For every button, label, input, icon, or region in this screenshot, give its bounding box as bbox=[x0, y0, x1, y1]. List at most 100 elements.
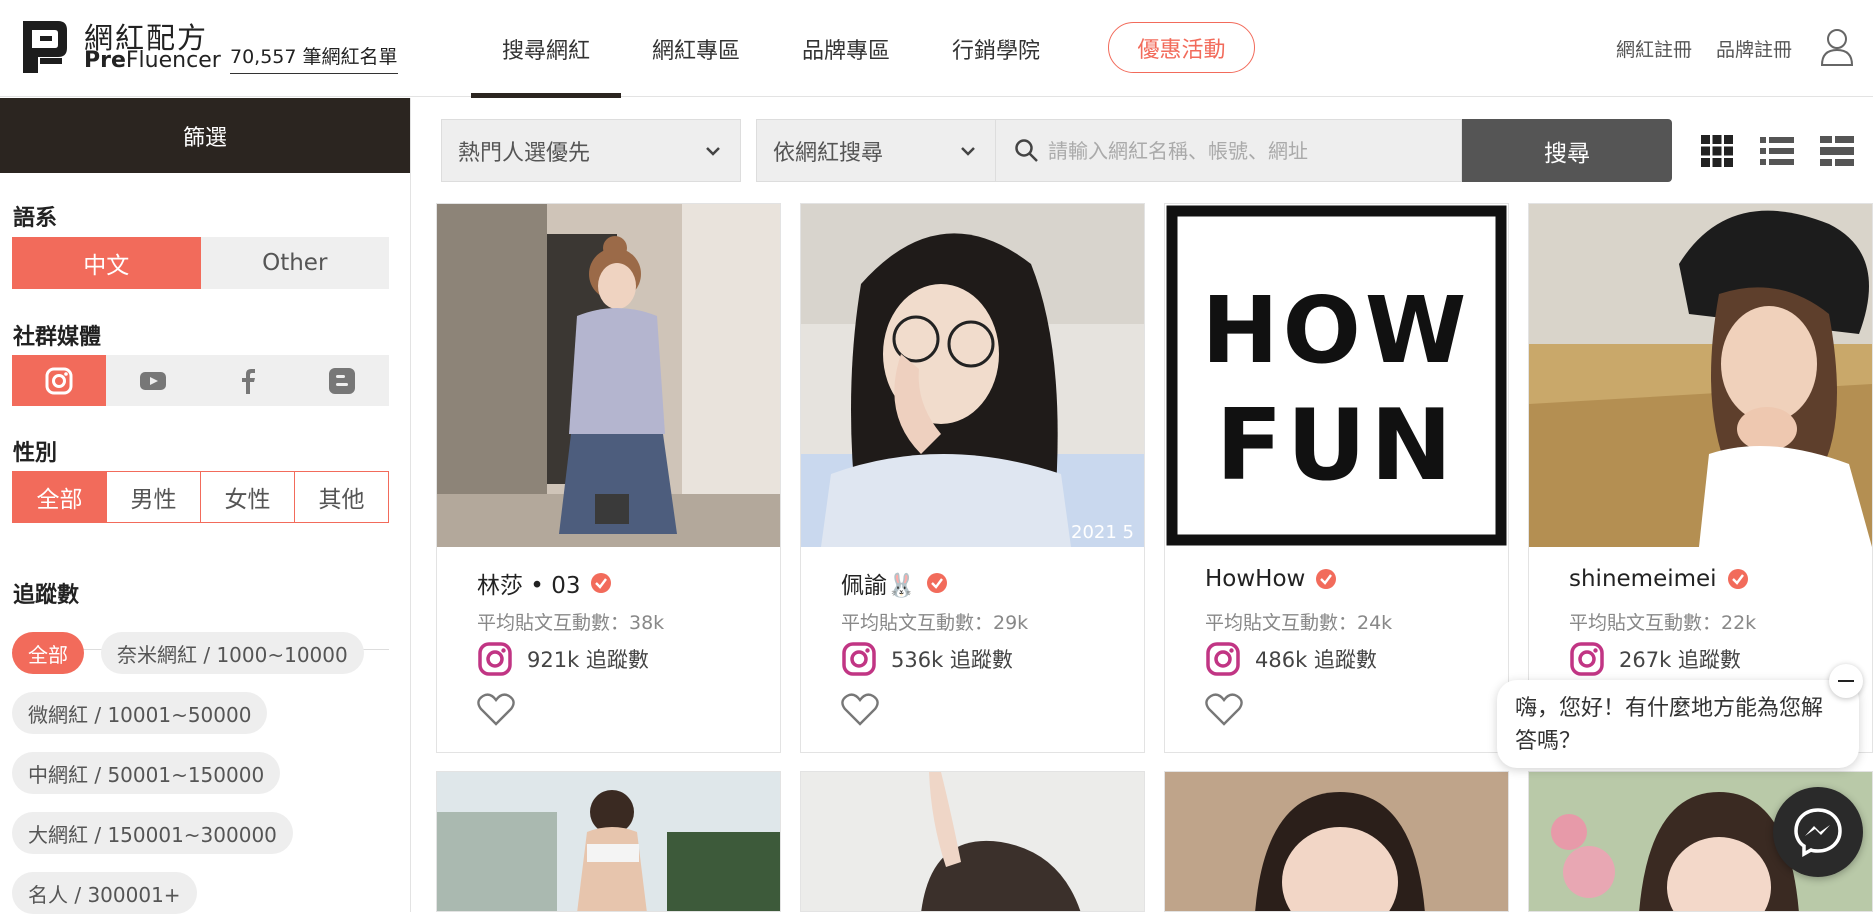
influencer-card[interactable] bbox=[1164, 771, 1509, 912]
influencer-photo[interactable]: HOW FUN bbox=[1165, 204, 1508, 547]
language-option-other[interactable]: Other bbox=[200, 237, 389, 289]
influencer-name[interactable]: HowHow bbox=[1205, 566, 1337, 592]
gender-option-other[interactable]: 其他 bbox=[294, 472, 388, 522]
filter-title: 篩選 bbox=[0, 98, 410, 173]
influencer-card[interactable] bbox=[800, 771, 1145, 912]
influencer-photo[interactable] bbox=[437, 204, 780, 547]
followers-count: 267k 追蹤數 bbox=[1619, 648, 1741, 672]
influencer-register-link[interactable]: 網紅註冊 bbox=[1616, 35, 1692, 62]
verified-badge-icon bbox=[926, 573, 947, 593]
nav-search-influencer[interactable]: 搜尋網紅 bbox=[471, 0, 622, 98]
influencer-card[interactable]: shinemeimei 平均貼文互動數：22k 267k 追蹤數 bbox=[1528, 203, 1873, 753]
facebook-icon bbox=[241, 368, 255, 394]
influencer-photo[interactable] bbox=[1165, 772, 1509, 912]
instagram-followers: 921k 追蹤數 bbox=[477, 641, 649, 677]
followers-option-celebrity[interactable]: 名人 / 300001+ bbox=[12, 872, 197, 914]
influencer-card[interactable] bbox=[436, 771, 781, 912]
logo-text-en[interactable]: PreFluencer bbox=[84, 48, 221, 73]
main-nav: 搜尋網紅 網紅專區 品牌專區 行銷學院 bbox=[471, 0, 1071, 98]
blogger-icon bbox=[328, 367, 355, 394]
social-option-youtube[interactable] bbox=[106, 355, 201, 406]
influencer-name[interactable]: 林莎 • 03 bbox=[477, 566, 612, 600]
search-input[interactable] bbox=[1048, 138, 1428, 163]
instagram-followers: 536k 追蹤數 bbox=[841, 641, 1013, 677]
instagram-followers: 486k 追蹤數 bbox=[1205, 641, 1377, 677]
verified-badge-icon bbox=[1727, 569, 1748, 589]
followers-count: 536k 追蹤數 bbox=[891, 648, 1013, 672]
search-box bbox=[995, 119, 1462, 182]
instagram-icon bbox=[1206, 642, 1240, 676]
chat-minimize-button[interactable] bbox=[1829, 664, 1863, 698]
nav-influencer-zone[interactable]: 網紅專區 bbox=[621, 0, 771, 97]
chevron-down-icon bbox=[961, 147, 975, 156]
instagram-icon bbox=[842, 642, 876, 676]
avg-engagement: 平均貼文互動數：22k bbox=[1569, 612, 1757, 634]
followers-option-all[interactable]: 全部 bbox=[12, 632, 84, 674]
favorite-heart-icon[interactable] bbox=[477, 693, 515, 727]
social-media-label: 社群媒體 bbox=[13, 325, 102, 350]
influencer-photo[interactable] bbox=[1529, 204, 1872, 547]
verified-badge-icon bbox=[1316, 569, 1337, 589]
search-by-dropdown[interactable]: 依網紅搜尋 bbox=[756, 119, 996, 182]
prefluencer-logo-icon[interactable] bbox=[20, 18, 70, 76]
influencer-photo[interactable] bbox=[437, 772, 781, 912]
brand-register-link[interactable]: 品牌註冊 bbox=[1716, 35, 1792, 62]
followers-option-macro[interactable]: 大網紅 / 150001~300000 bbox=[12, 812, 293, 854]
verified-badge-icon bbox=[591, 573, 612, 593]
followers-count: 921k 追蹤數 bbox=[527, 648, 649, 672]
grid-view-icon[interactable] bbox=[1700, 134, 1734, 168]
nav-brand-zone[interactable]: 品牌專區 bbox=[771, 0, 921, 97]
logo-text-en-rest: Fluencer bbox=[125, 48, 221, 73]
influencer-card[interactable]: HOW FUN HowHow 平均貼文互動數：24k 486k 追蹤數 bbox=[1164, 203, 1509, 753]
followers-option-nano[interactable]: 奈米網紅 / 1000~10000 bbox=[101, 632, 364, 674]
influencer-photo[interactable] bbox=[801, 772, 1145, 912]
followers-label: 追蹤數 bbox=[13, 583, 80, 608]
language-label: 語系 bbox=[13, 206, 58, 231]
instagram-icon bbox=[45, 367, 73, 394]
instagram-icon bbox=[478, 642, 512, 676]
nav-marketing-academy[interactable]: 行銷學院 bbox=[921, 0, 1071, 97]
influencer-card[interactable]: 林莎 • 03 平均貼文互動數：38k 921k 追蹤數 bbox=[436, 203, 781, 753]
social-option-blogger[interactable] bbox=[294, 355, 389, 406]
promo-button[interactable]: 優惠活動 bbox=[1108, 22, 1255, 73]
influencer-name[interactable]: 佩諭🐰 bbox=[841, 566, 948, 600]
search-button[interactable]: 搜尋 bbox=[1462, 119, 1672, 182]
table-view-icon[interactable] bbox=[1820, 134, 1854, 168]
followers-option-micro[interactable]: 微網紅 / 10001~50000 bbox=[12, 692, 268, 734]
user-account-icon[interactable] bbox=[1820, 28, 1854, 66]
language-filter: 中文 Other bbox=[12, 237, 389, 289]
logo-text-en-bold: Pre bbox=[84, 48, 126, 73]
sort-dropdown[interactable]: 熱門人選優先 bbox=[441, 119, 741, 182]
instagram-followers: 267k 追蹤數 bbox=[1569, 641, 1741, 677]
social-option-instagram[interactable] bbox=[12, 355, 107, 406]
influencer-count-link[interactable]: 70,557 筆網紅名單 bbox=[230, 42, 398, 74]
influencer-photo[interactable]: 2021 5 bbox=[801, 204, 1144, 547]
influencer-name-text: 佩諭🐰 bbox=[841, 573, 916, 599]
instagram-icon bbox=[1570, 642, 1604, 676]
followers-count: 486k 追蹤數 bbox=[1255, 648, 1377, 672]
avg-engagement: 平均貼文互動數：24k bbox=[1205, 612, 1393, 634]
influencer-card[interactable]: 2021 5 佩諭🐰 平均貼文互動數：29k 536k 追蹤數 bbox=[800, 203, 1145, 753]
messenger-icon bbox=[1794, 808, 1842, 858]
language-option-zh[interactable]: 中文 bbox=[12, 237, 201, 289]
social-media-filter bbox=[12, 355, 389, 406]
social-option-facebook[interactable] bbox=[200, 355, 295, 406]
search-icon bbox=[1015, 138, 1038, 162]
chat-greeting-bubble[interactable]: 嗨，您好！有什麼地方能為您解答嗎？ bbox=[1497, 680, 1859, 768]
photo-watermark: 2021 5 bbox=[1071, 522, 1134, 543]
gender-filter: 全部 男性 女性 其他 bbox=[12, 471, 389, 523]
favorite-heart-icon[interactable] bbox=[841, 693, 879, 727]
influencer-name[interactable]: shinemeimei bbox=[1569, 566, 1749, 592]
messenger-chat-button[interactable] bbox=[1773, 787, 1863, 877]
favorite-heart-icon[interactable] bbox=[1205, 693, 1243, 727]
sort-dropdown-value: 熱門人選優先 bbox=[458, 140, 591, 166]
howhow-logo-line2: FUN bbox=[1216, 389, 1457, 503]
gender-option-all[interactable]: 全部 bbox=[13, 472, 106, 522]
followers-option-mid[interactable]: 中網紅 / 50001~150000 bbox=[12, 752, 281, 794]
influencer-name-text: HowHow bbox=[1205, 566, 1306, 592]
gender-option-male[interactable]: 男性 bbox=[106, 472, 200, 522]
list-view-icon[interactable] bbox=[1760, 134, 1794, 168]
gender-option-female[interactable]: 女性 bbox=[200, 472, 294, 522]
search-by-value: 依網紅搜尋 bbox=[773, 140, 884, 166]
minus-icon bbox=[1838, 680, 1854, 682]
